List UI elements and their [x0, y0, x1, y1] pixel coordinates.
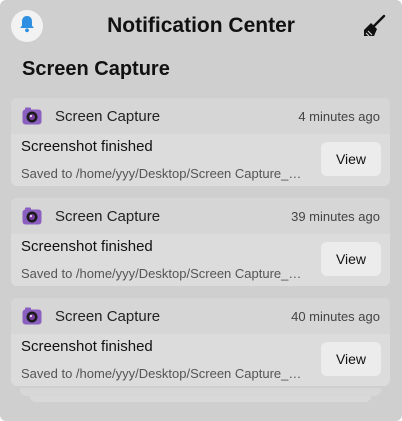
notification-summary: Screenshot finished — [21, 338, 153, 355]
notification-body: Saved to /home/yyy/Desktop/Screen Captur… — [21, 266, 302, 281]
notification-card[interactable]: Screen Capture 4 minutes ago Screenshot … — [11, 98, 390, 186]
notification-card[interactable]: Screen Capture 40 minutes ago Screenshot… — [11, 298, 390, 386]
notification-summary: Screenshot finished — [21, 238, 153, 255]
app-name-label: Screen Capture — [55, 208, 161, 225]
header: Notification Center — [0, 0, 402, 56]
view-button[interactable]: View — [321, 342, 381, 376]
stacked-notification-edge[interactable] — [20, 388, 381, 396]
app-name-label: Screen Capture — [55, 308, 161, 325]
view-button[interactable]: View — [321, 142, 381, 176]
timestamp: 39 minutes ago — [291, 209, 380, 224]
timestamp: 4 minutes ago — [298, 109, 380, 124]
timestamp: 40 minutes ago — [291, 309, 380, 324]
clear-all-button[interactable] — [360, 14, 388, 42]
broom-icon — [362, 14, 386, 43]
notification-body: Saved to /home/yyy/Desktop/Screen Captur… — [21, 366, 302, 381]
notification-summary: Screenshot finished — [21, 138, 153, 155]
notification-center-panel: Notification Center Screen Capture Scree… — [0, 0, 402, 421]
view-button[interactable]: View — [321, 242, 381, 276]
stacked-notification-edge[interactable] — [30, 396, 371, 402]
camera-icon — [22, 207, 42, 225]
notification-body: Saved to /home/yyy/Desktop/Screen Captur… — [21, 166, 302, 181]
app-name-label: Screen Capture — [55, 108, 161, 125]
notification-card[interactable]: Screen Capture 39 minutes ago Screenshot… — [11, 198, 390, 286]
app-group-heading: Screen Capture — [22, 58, 170, 80]
page-title: Notification Center — [107, 14, 295, 37]
camera-icon — [22, 107, 42, 125]
camera-icon — [22, 307, 42, 325]
